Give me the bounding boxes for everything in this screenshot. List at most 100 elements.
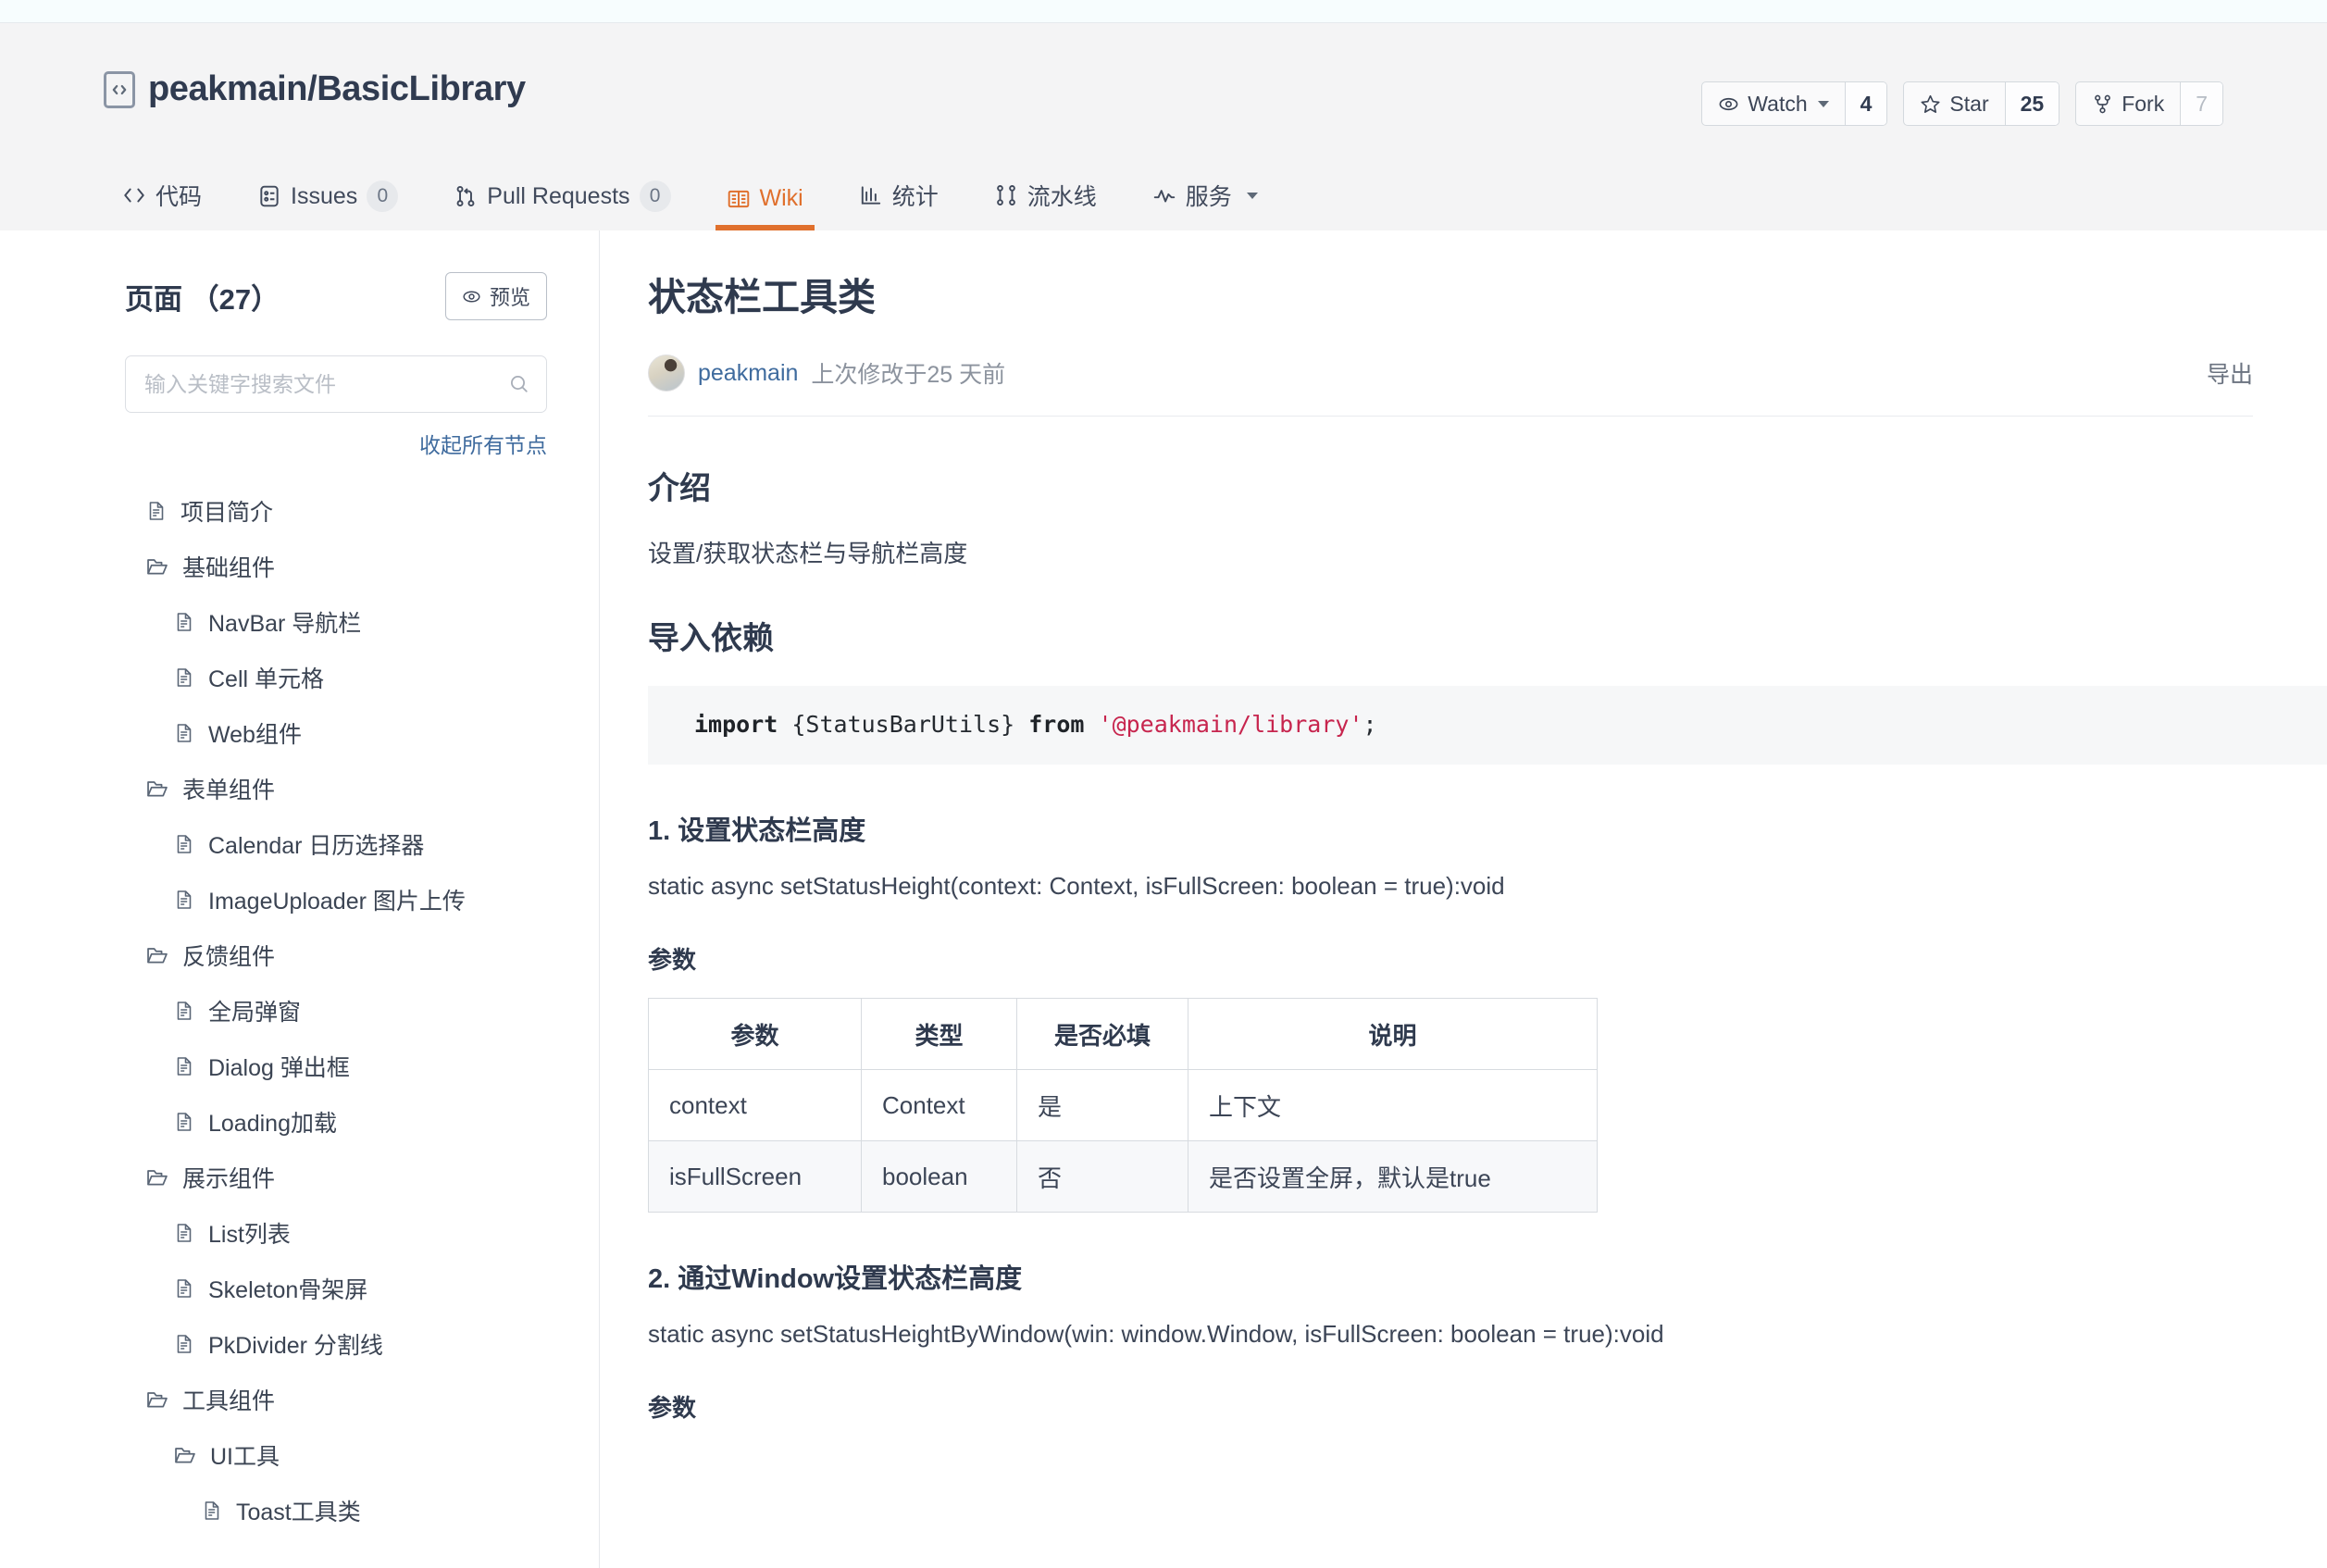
tree-item-label: 反馈组件 (182, 944, 276, 970)
sidebar-title: 页面 （27） (125, 282, 280, 316)
col-header-type: 类型 (861, 998, 1017, 1070)
tree-item-label: 基础组件 (182, 555, 276, 581)
tree-item-label: Dialog 弹出框 (208, 1055, 350, 1081)
tree-item-ui-tools[interactable]: UI工具 (125, 1427, 547, 1483)
repo-header: peakmain/BasicLibrary Watch 4 Star 25 Fo… (0, 23, 2327, 230)
tree-item-label: 表单组件 (182, 778, 276, 803)
tab-issues[interactable]: Issues 0 (230, 180, 426, 230)
tree-item-label: 工具组件 (182, 1388, 276, 1414)
table-row: context Context 是 上下文 (648, 1069, 1598, 1141)
tree-item-cell[interactable]: Cell 单元格 (125, 650, 547, 705)
tab-code[interactable]: 代码 (104, 179, 230, 230)
tree-item-label: 项目简介 (180, 500, 274, 526)
search-input[interactable] (125, 355, 547, 413)
sidebar-search (125, 355, 547, 413)
cell-description: 是否设置全屏，默认是true (1188, 1140, 1598, 1213)
tab-statistics-label: 统计 (891, 184, 939, 210)
tree-item-label: PkDivider 分割线 (208, 1333, 383, 1359)
tree-item-pkdivider[interactable]: PkDivider 分割线 (125, 1316, 547, 1372)
chevron-down-icon (1246, 192, 1258, 199)
file-icon (173, 1000, 195, 1022)
watch-button[interactable]: Watch (1702, 82, 1844, 125)
issues-icon (257, 184, 281, 208)
tree-item-dialog[interactable]: Dialog 弹出框 (125, 1039, 547, 1094)
star-count[interactable]: 25 (2004, 82, 2059, 125)
chevron-down-icon (1817, 100, 1829, 107)
tree-item-label: Toast工具类 (236, 1500, 361, 1525)
code-keyword-from: from (1028, 711, 1085, 738)
wiki-page-tree: 项目简介 基础组件 NavBar 导航栏 Cell 单元格 Web组件 表单组件 (125, 483, 547, 1538)
code-icon (122, 183, 146, 207)
cell-description: 上下文 (1188, 1069, 1598, 1141)
fork-label: Fork (2122, 91, 2165, 116)
repo-nav-tabs: 代码 Issues 0 Pull Requests 0 Wiki 统计 流水线 … (104, 179, 1286, 230)
star-button[interactable]: Star (1904, 82, 2004, 125)
col-header-description: 说明 (1188, 998, 1598, 1070)
tree-item-display-components[interactable]: 展示组件 (125, 1150, 547, 1205)
watch-button-group[interactable]: Watch 4 (1701, 81, 1888, 126)
fork-button-group[interactable]: Fork 7 (2075, 81, 2223, 126)
repo-code-icon (104, 70, 135, 108)
cell-required: 否 (1016, 1140, 1188, 1213)
export-link[interactable]: 导出 (2207, 356, 2253, 390)
heading-section-2-params: 参数 (648, 1394, 697, 1422)
tree-item-feedback-components[interactable]: 反馈组件 (125, 927, 547, 983)
star-button-group[interactable]: Star 25 (1903, 81, 2060, 126)
cell-param: context (648, 1069, 862, 1141)
tab-wiki[interactable]: Wiki (699, 185, 831, 230)
tree-item-form-components[interactable]: 表单组件 (125, 761, 547, 816)
fork-button[interactable]: Fork (2076, 82, 2180, 125)
author-link[interactable]: peakmain (698, 360, 798, 387)
collapse-all-link[interactable]: 收起所有节点 (125, 428, 547, 459)
tree-item-label: Loading加载 (208, 1111, 337, 1137)
params-table: 参数 类型 是否必填 说明 context Context 是 上下文 isFu… (648, 998, 1598, 1213)
file-icon (173, 1055, 195, 1077)
star-label: Star (1949, 91, 1989, 116)
preview-button[interactable]: 预览 (444, 272, 547, 320)
repo-name[interactable]: peakmain/BasicLibrary (148, 69, 526, 109)
byline-row: peakmain 上次修改于25 天前 导出 (648, 355, 2253, 417)
code-keyword-import: import (694, 711, 778, 738)
tree-item-project-intro[interactable]: 项目简介 (125, 483, 547, 539)
tree-item-label: List列表 (208, 1222, 291, 1248)
col-header-required: 是否必填 (1016, 998, 1188, 1070)
file-icon (145, 500, 168, 522)
tree-item-calendar[interactable]: Calendar 日历选择器 (125, 816, 547, 872)
folder-open-icon (145, 943, 169, 967)
search-icon[interactable] (508, 373, 530, 395)
code-module-string: '@peakmain/library' (1084, 711, 1363, 738)
fork-count[interactable]: 7 (2180, 82, 2222, 125)
issues-count: 0 (367, 180, 399, 212)
tree-item-navbar[interactable]: NavBar 导航栏 (125, 594, 547, 650)
watch-count[interactable]: 4 (1844, 82, 1887, 125)
tree-item-global-popup[interactable]: 全局弹窗 (125, 983, 547, 1039)
tree-item-label: 全局弹窗 (208, 1000, 302, 1026)
wiki-content: 状态栏工具类 peakmain 上次修改于25 天前 导出 介绍 设置/获取状态栏… (600, 230, 2327, 1568)
tree-item-image-uploader[interactable]: ImageUploader 图片上传 (125, 872, 547, 927)
star-icon (1920, 93, 1941, 115)
wiki-sidebar: 页面 （27） 预览 收起所有节点 项目简介 (0, 230, 600, 1568)
folder-open-icon (145, 1165, 169, 1189)
wiki-book-icon (727, 187, 751, 211)
tab-statistics[interactable]: 统计 (831, 179, 966, 230)
tab-pull-requests-label: Pull Requests (487, 182, 630, 209)
tab-service[interactable]: 服务 (1125, 179, 1286, 230)
avatar[interactable] (648, 355, 685, 392)
statistics-icon (859, 183, 883, 207)
cell-type: boolean (861, 1140, 1017, 1213)
table-row: isFullScreen boolean 否 是否设置全屏，默认是true (648, 1140, 1598, 1213)
folder-open-icon (145, 554, 169, 579)
tree-item-toast-utils[interactable]: Toast工具类 (125, 1483, 547, 1538)
repo-actions: Watch 4 Star 25 Fork 7 (1701, 81, 2223, 126)
file-icon (173, 722, 195, 744)
tree-item-basic-components[interactable]: 基础组件 (125, 539, 547, 594)
tree-item-web-component[interactable]: Web组件 (125, 705, 547, 761)
tree-item-loading[interactable]: Loading加载 (125, 1094, 547, 1150)
tab-pipeline[interactable]: 流水线 (966, 179, 1125, 230)
tree-item-skeleton[interactable]: Skeleton骨架屏 (125, 1261, 547, 1316)
folder-open-icon (145, 777, 169, 801)
tree-item-utility-components[interactable]: 工具组件 (125, 1372, 547, 1427)
tree-item-list[interactable]: List列表 (125, 1205, 547, 1261)
pull-requests-count: 0 (639, 180, 671, 212)
tab-pull-requests[interactable]: Pull Requests 0 (426, 180, 698, 230)
